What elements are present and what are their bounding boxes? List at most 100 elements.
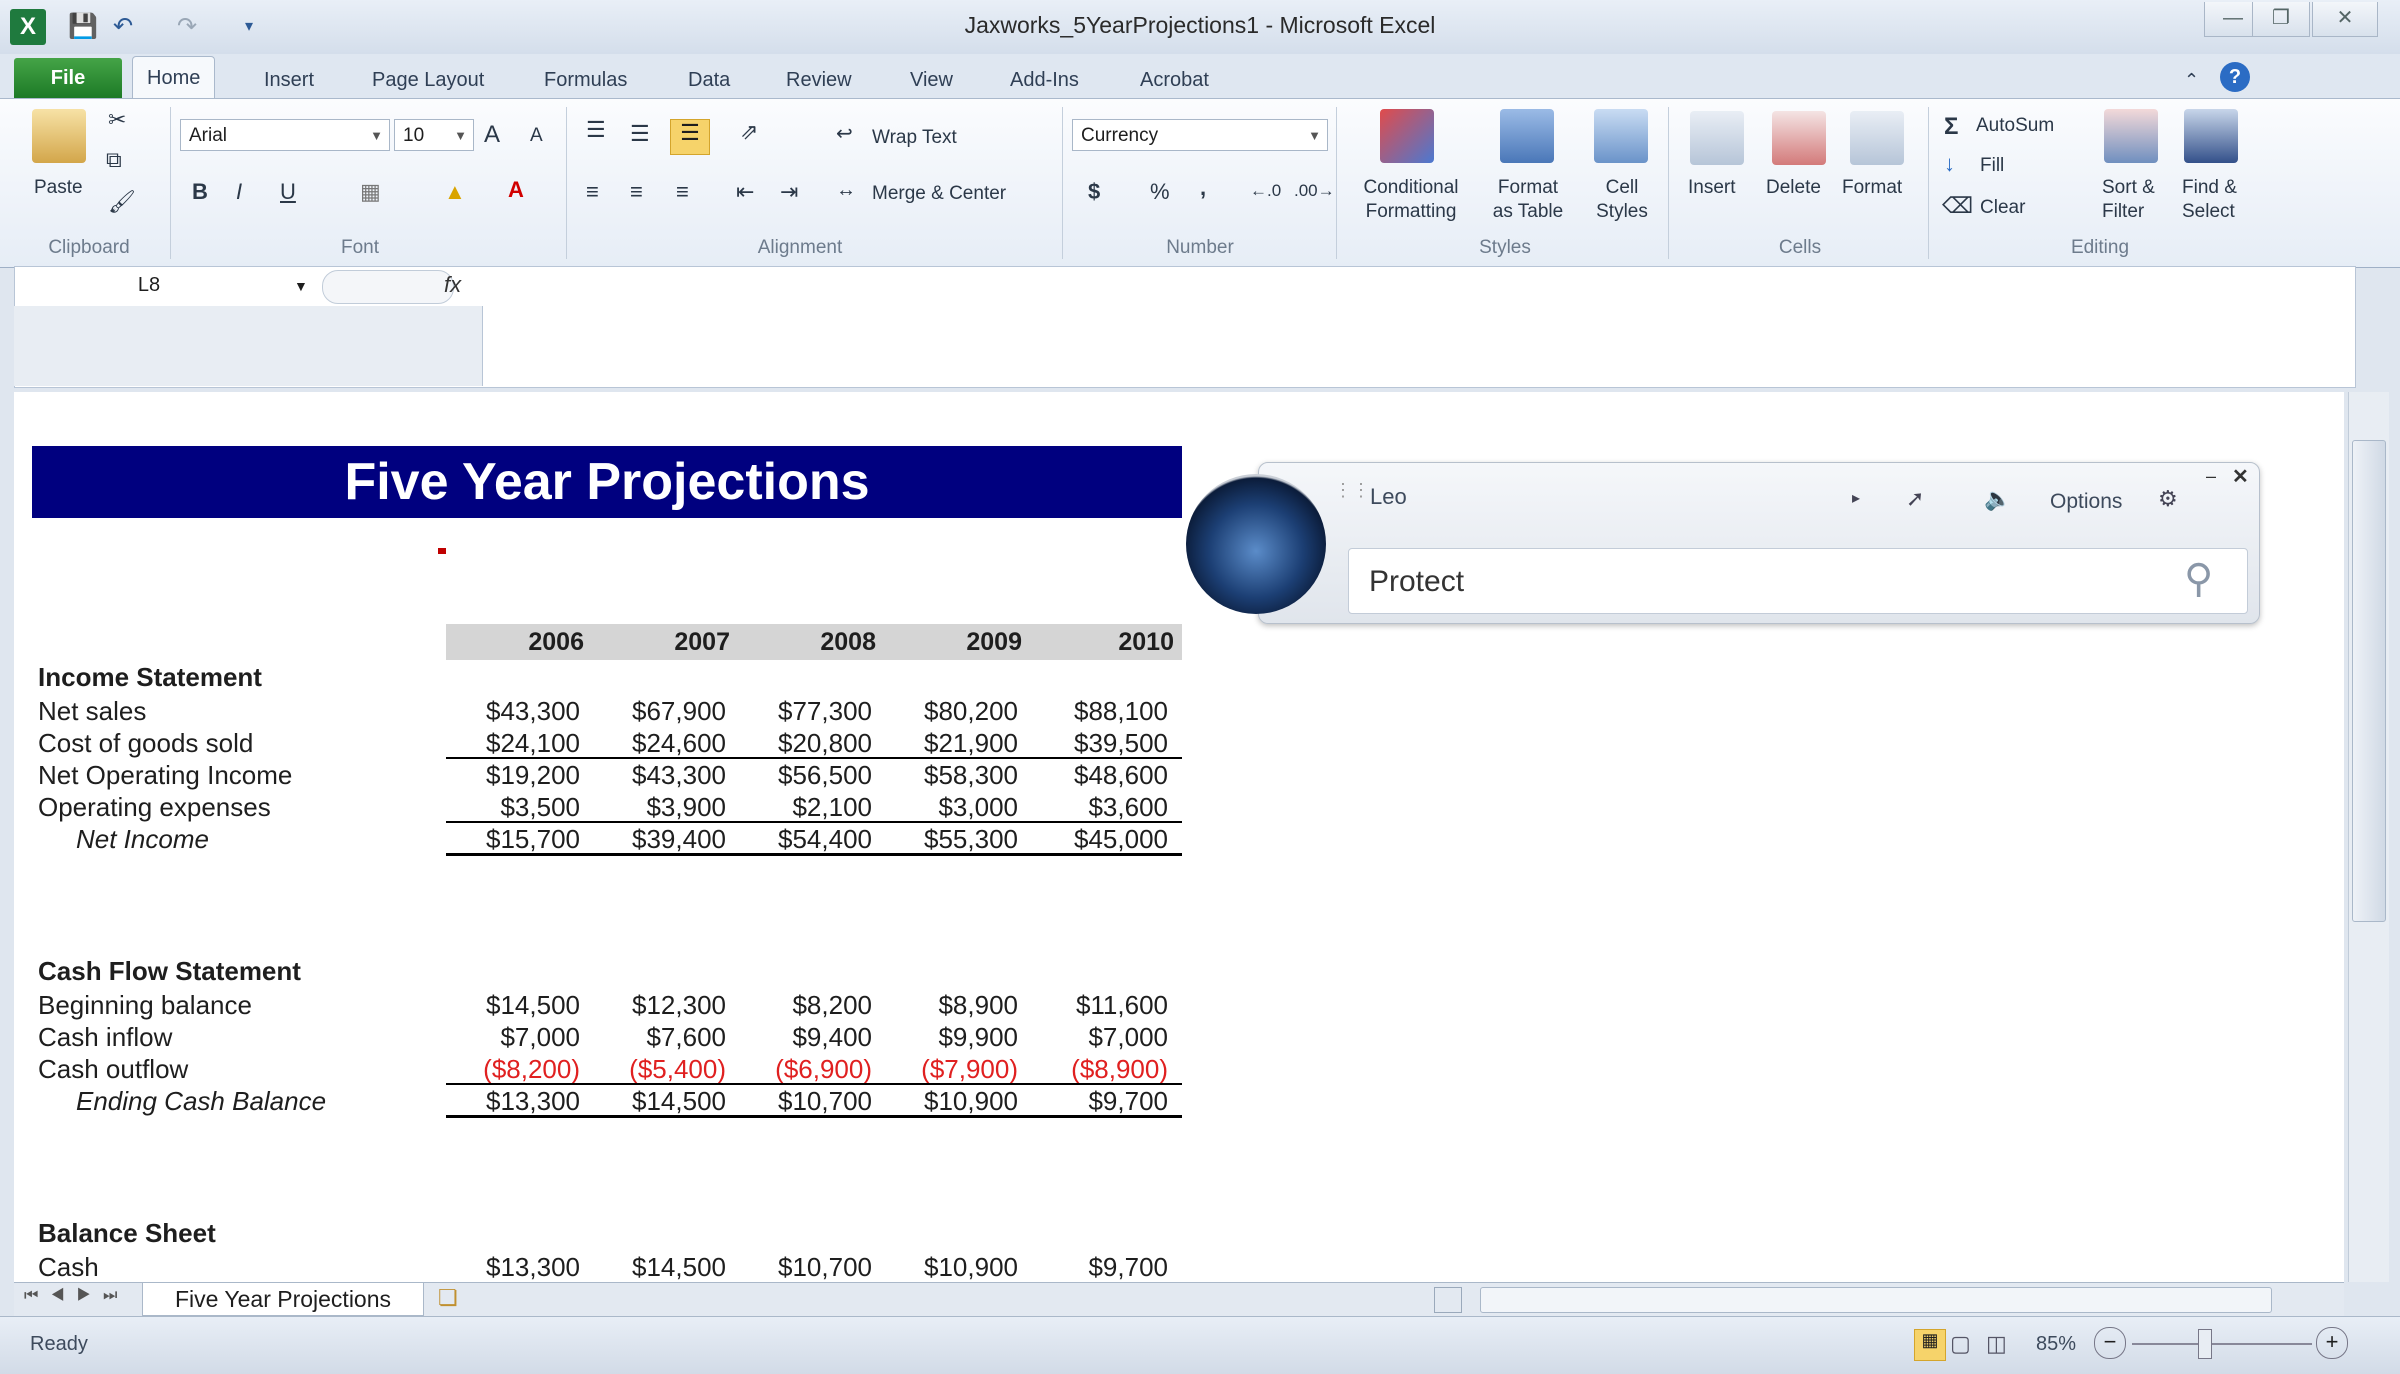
format-cells-button[interactable]: Format <box>1842 177 1902 199</box>
borders-icon[interactable]: ▦ <box>360 179 381 205</box>
paste-button[interactable]: Paste <box>34 177 83 199</box>
value-cell[interactable]: $88,100 <box>1028 696 1168 727</box>
align-top-icon[interactable]: ☰ <box>586 117 606 143</box>
value-cell[interactable]: $54,400 <box>732 824 872 855</box>
value-cell[interactable]: $7,000 <box>1028 1022 1168 1053</box>
value-cell-negative[interactable]: ($8,200) <box>440 1054 580 1085</box>
format-cells-icon[interactable] <box>1850 111 1904 165</box>
italic-button[interactable]: I <box>236 179 242 205</box>
value-cell[interactable]: $77,300 <box>732 696 872 727</box>
play-icon[interactable]: ▸ <box>1852 488 1860 508</box>
value-cell[interactable]: $39,400 <box>586 824 726 855</box>
page-layout-view-icon[interactable]: ▢ <box>1950 1331 1971 1357</box>
tab-formulas[interactable]: Formulas <box>530 62 641 98</box>
value-cell[interactable]: $20,800 <box>732 728 872 759</box>
value-cell[interactable]: $13,300 <box>440 1252 580 1283</box>
value-cell[interactable]: $10,900 <box>878 1252 1018 1283</box>
clear-button[interactable]: Clear <box>1980 197 2025 219</box>
value-cell[interactable]: $67,900 <box>586 696 726 727</box>
insert-cells-icon[interactable] <box>1690 111 1744 165</box>
format-as-table-icon[interactable] <box>1500 109 1554 163</box>
value-cell[interactable]: $12,300 <box>586 990 726 1021</box>
autosum-button[interactable]: AutoSum <box>1976 115 2054 137</box>
value-cell[interactable]: $48,600 <box>1028 760 1168 791</box>
restore-button[interactable]: ❐ <box>2252 2 2310 37</box>
cell-styles-icon[interactable] <box>1594 109 1648 163</box>
insert-cells-button[interactable]: Insert <box>1688 177 1736 199</box>
value-cell[interactable]: $2,100 <box>732 792 872 823</box>
value-cell[interactable]: $45,000 <box>1028 824 1168 855</box>
value-cell[interactable]: $58,300 <box>878 760 1018 791</box>
value-cell[interactable]: $8,900 <box>878 990 1018 1021</box>
align-left-icon[interactable]: ≡ <box>586 179 599 205</box>
value-cell[interactable]: $24,600 <box>586 728 726 759</box>
zoom-level[interactable]: 85% <box>2036 1333 2076 1356</box>
cell-styles-label-1[interactable]: Cell <box>1590 177 1654 199</box>
sheet-tab-active[interactable]: Five Year Projections <box>142 1283 424 1316</box>
value-cell[interactable]: $24,100 <box>440 728 580 759</box>
value-cell[interactable]: $14,500 <box>440 990 580 1021</box>
minimize-ribbon-icon[interactable]: ⌃ <box>2170 62 2213 98</box>
value-cell[interactable]: $55,300 <box>878 824 1018 855</box>
value-cell[interactable]: $19,200 <box>440 760 580 791</box>
tab-acrobat[interactable]: Acrobat <box>1126 62 1223 98</box>
help-icon[interactable]: ? <box>2220 62 2250 92</box>
currency-button[interactable]: $ <box>1088 179 1100 205</box>
value-cell-negative[interactable]: ($6,900) <box>732 1054 872 1085</box>
sheet-nav-arrows-icon[interactable]: ⏮◀▶⏭ <box>24 1287 129 1305</box>
number-format-select[interactable]: Currency ▼ <box>1072 119 1328 151</box>
formula-input[interactable] <box>482 266 2352 386</box>
tab-home[interactable]: Home <box>132 56 216 99</box>
drag-handle-icon[interactable]: ⋮⋮ <box>1334 480 1370 501</box>
delete-cells-icon[interactable] <box>1772 111 1826 165</box>
value-cell[interactable]: $43,300 <box>440 696 580 727</box>
value-cell[interactable]: $11,600 <box>1028 990 1168 1021</box>
cut-icon[interactable]: ✂ <box>108 107 126 133</box>
align-middle-icon[interactable]: ☰ <box>630 121 650 147</box>
speaker-icon[interactable]: 🔈 <box>1984 486 2011 512</box>
underline-button[interactable]: U <box>280 179 296 205</box>
zoom-in-button[interactable]: + <box>2316 1327 2348 1359</box>
tree-icon[interactable]: ⚙ <box>2158 486 2178 512</box>
increase-decimal-icon[interactable]: ←.0 <box>1250 181 1281 201</box>
value-cell[interactable]: $8,200 <box>732 990 872 1021</box>
value-cell[interactable]: $9,400 <box>732 1022 872 1053</box>
value-cell[interactable]: $39,500 <box>1028 728 1168 759</box>
leo-options-button[interactable]: Options <box>2050 490 2122 514</box>
page-break-view-icon[interactable]: ◫ <box>1986 1331 2007 1357</box>
close-button[interactable]: ✕ <box>2312 2 2378 37</box>
value-cell[interactable]: $15,700 <box>440 824 580 855</box>
split-handle[interactable] <box>1434 1287 1462 1313</box>
value-cell[interactable]: $9,700 <box>1028 1252 1168 1283</box>
value-cell-negative[interactable]: ($7,900) <box>878 1054 1018 1085</box>
find-select-label-1[interactable]: Find & <box>2182 177 2237 199</box>
value-cell[interactable]: $56,500 <box>732 760 872 791</box>
fill-button[interactable]: Fill <box>1980 155 2004 177</box>
conditional-formatting-label-2[interactable]: Formatting <box>1348 201 1474 223</box>
font-size-select[interactable]: 10 ▼ <box>394 119 474 151</box>
leo-close-button[interactable]: ✕ <box>2232 464 2249 489</box>
comma-button[interactable]: , <box>1200 175 1206 201</box>
find-select-icon[interactable] <box>2184 109 2238 163</box>
tab-data[interactable]: Data <box>674 62 744 98</box>
value-cell[interactable]: $3,000 <box>878 792 1018 823</box>
font-color-icon[interactable]: A <box>508 177 524 203</box>
value-cell[interactable]: $7,000 <box>440 1022 580 1053</box>
value-cell[interactable]: $80,200 <box>878 696 1018 727</box>
format-painter-icon[interactable]: 🖌 <box>108 189 136 215</box>
value-cell[interactable]: $14,500 <box>586 1086 726 1117</box>
tab-view[interactable]: View <box>896 62 967 98</box>
orientation-icon[interactable]: ⇗ <box>740 119 758 145</box>
value-cell[interactable]: $10,700 <box>732 1086 872 1117</box>
value-cell[interactable]: $7,600 <box>586 1022 726 1053</box>
tab-page-layout[interactable]: Page Layout <box>358 62 498 98</box>
decrease-indent-icon[interactable]: ⇤ <box>736 179 754 205</box>
tab-add-ins[interactable]: Add-Ins <box>996 62 1093 98</box>
insert-sheet-icon[interactable]: ❏ <box>438 1285 458 1311</box>
grow-font-button[interactable]: A <box>484 121 500 149</box>
value-cell[interactable]: $10,900 <box>878 1086 1018 1117</box>
chevron-down-icon[interactable]: ▼ <box>294 278 308 294</box>
bold-button[interactable]: B <box>192 179 208 205</box>
find-select-label-2[interactable]: Select <box>2182 201 2235 223</box>
leo-search-input[interactable]: Protect <box>1348 548 2248 614</box>
